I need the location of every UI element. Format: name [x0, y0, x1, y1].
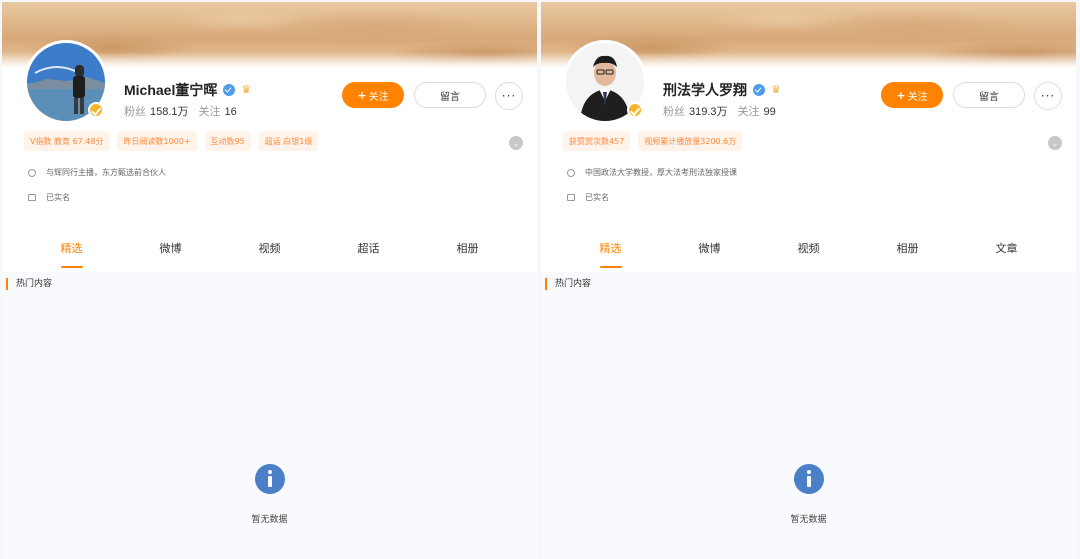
tag-item[interactable]: 视频累计播放量3200.6万: [638, 131, 743, 151]
bio-row: 中国政法大学教授，厚大法考刑法独家授课: [567, 167, 737, 178]
tag-list: 获赞赏次数457 视频累计播放量3200.6万: [563, 131, 743, 151]
more-icon[interactable]: ···: [1034, 82, 1062, 110]
tab-supertopic[interactable]: 超话: [358, 240, 380, 260]
bio-text: 中国政法大学教授，厚大法考刑法独家授课: [585, 168, 737, 177]
empty-state-text: 暂无数据: [251, 515, 288, 525]
tab-video[interactable]: 视频: [259, 240, 281, 260]
tab-weibo[interactable]: 微博: [160, 240, 182, 260]
plus-icon: +: [357, 88, 367, 102]
v-badge-icon: [627, 102, 643, 118]
screenshot: Michael董宁晖 ♛ 粉丝 158.1万 关注 16 + 关注 留言 ··· V指…: [0, 0, 1080, 559]
info-icon: [793, 464, 824, 494]
empty-state-text: 暂无数据: [790, 515, 827, 525]
profile-tabs: 精选 微博 视频 相册 文章: [541, 234, 1076, 268]
following-label: 关注: [737, 106, 760, 118]
fans-stat[interactable]: 粉丝 319.3万: [663, 103, 728, 119]
tag-item[interactable]: 昨日阅读数1000+: [117, 131, 197, 151]
profile-stats: 粉丝 319.3万 关注 99: [663, 103, 776, 119]
tab-album[interactable]: 相册: [897, 240, 919, 260]
tab-weibo[interactable]: 微博: [699, 240, 721, 260]
name-row: Michael董宁晖 ♛: [124, 80, 251, 100]
message-button[interactable]: 留言: [414, 82, 486, 108]
follow-label: 关注: [368, 91, 389, 103]
verified-row: 已实名: [28, 192, 70, 203]
verified-icon: [223, 84, 236, 96]
more-icon[interactable]: ···: [495, 82, 523, 110]
tag-item[interactable]: 互动数95: [204, 131, 251, 151]
profile-tabs: 精选 微博 视频 超话 相册: [2, 234, 537, 268]
tab-featured[interactable]: 精选: [599, 240, 622, 268]
message-button[interactable]: 留言: [953, 82, 1025, 108]
real-name-text: 已实名: [46, 193, 70, 202]
fans-label: 粉丝: [124, 106, 146, 118]
v-badge-icon: [88, 102, 104, 118]
fans-stat[interactable]: 粉丝 158.1万: [124, 103, 189, 119]
plus-icon: +: [896, 88, 906, 102]
chevron-down-icon[interactable]: ⌄: [509, 136, 523, 150]
fans-count: 319.3万: [689, 106, 728, 118]
profile-stats: 粉丝 158.1万 关注 16: [124, 103, 237, 119]
name-row: 刑法学人罗翔 ♛: [663, 80, 781, 100]
location-icon: [567, 168, 575, 177]
tag-item[interactable]: 获赞赏次数457: [563, 131, 631, 151]
info-icon: [254, 464, 285, 494]
bio-text: 与辉同行主播，东方甄选前合伙人: [46, 168, 166, 177]
tag-item[interactable]: V指数 教育 67.48分: [24, 131, 110, 151]
tab-featured[interactable]: 精选: [60, 240, 83, 268]
section-title: 热门内容: [545, 278, 591, 290]
following-count: 16: [224, 106, 237, 118]
following-count: 99: [763, 106, 776, 118]
follow-button[interactable]: + 关注: [881, 82, 943, 108]
profile-panel-right: 刑法学人罗翔 ♛ 粉丝 319.3万 关注 99 + 关注 留言 ··· 获赞赏次数4…: [541, 2, 1076, 559]
fans-label: 粉丝: [663, 106, 685, 118]
tag-item[interactable]: 超话 白银1级: [258, 131, 319, 151]
profile-name[interactable]: 刑法学人罗翔: [663, 80, 747, 100]
tab-video[interactable]: 视频: [798, 240, 820, 260]
verified-icon: [753, 84, 765, 96]
location-icon: [28, 168, 36, 177]
crown-icon: ♛: [241, 83, 252, 96]
content-area: 热门内容 暂无数据: [541, 272, 1076, 559]
follow-button[interactable]: + 关注: [342, 82, 404, 108]
tag-list: V指数 教育 67.48分 昨日阅读数1000+ 互动数95 超话 白银1级: [24, 131, 319, 151]
profile-name[interactable]: Michael董宁晖: [124, 80, 217, 100]
verified-row: 已实名: [567, 192, 609, 203]
following-label: 关注: [198, 106, 221, 118]
fans-count: 158.1万: [150, 106, 189, 118]
follow-label: 关注: [907, 91, 928, 103]
id-card-icon: [567, 194, 575, 201]
tab-album[interactable]: 相册: [457, 240, 479, 260]
bio-row: 与辉同行主播，东方甄选前合伙人: [28, 167, 166, 178]
profile-panel-left: Michael董宁晖 ♛ 粉丝 158.1万 关注 16 + 关注 留言 ··· V指…: [2, 2, 537, 559]
tab-articles[interactable]: 文章: [996, 240, 1018, 260]
id-card-icon: [28, 194, 36, 201]
content-area: 热门内容 暂无数据: [2, 272, 537, 559]
crown-icon: ♛: [771, 83, 781, 96]
real-name-text: 已实名: [585, 193, 609, 202]
chevron-down-icon[interactable]: ⌄: [1048, 136, 1062, 150]
following-stat[interactable]: 关注 99: [738, 103, 776, 119]
section-title: 热门内容: [6, 278, 52, 290]
following-stat[interactable]: 关注 16: [199, 103, 237, 119]
